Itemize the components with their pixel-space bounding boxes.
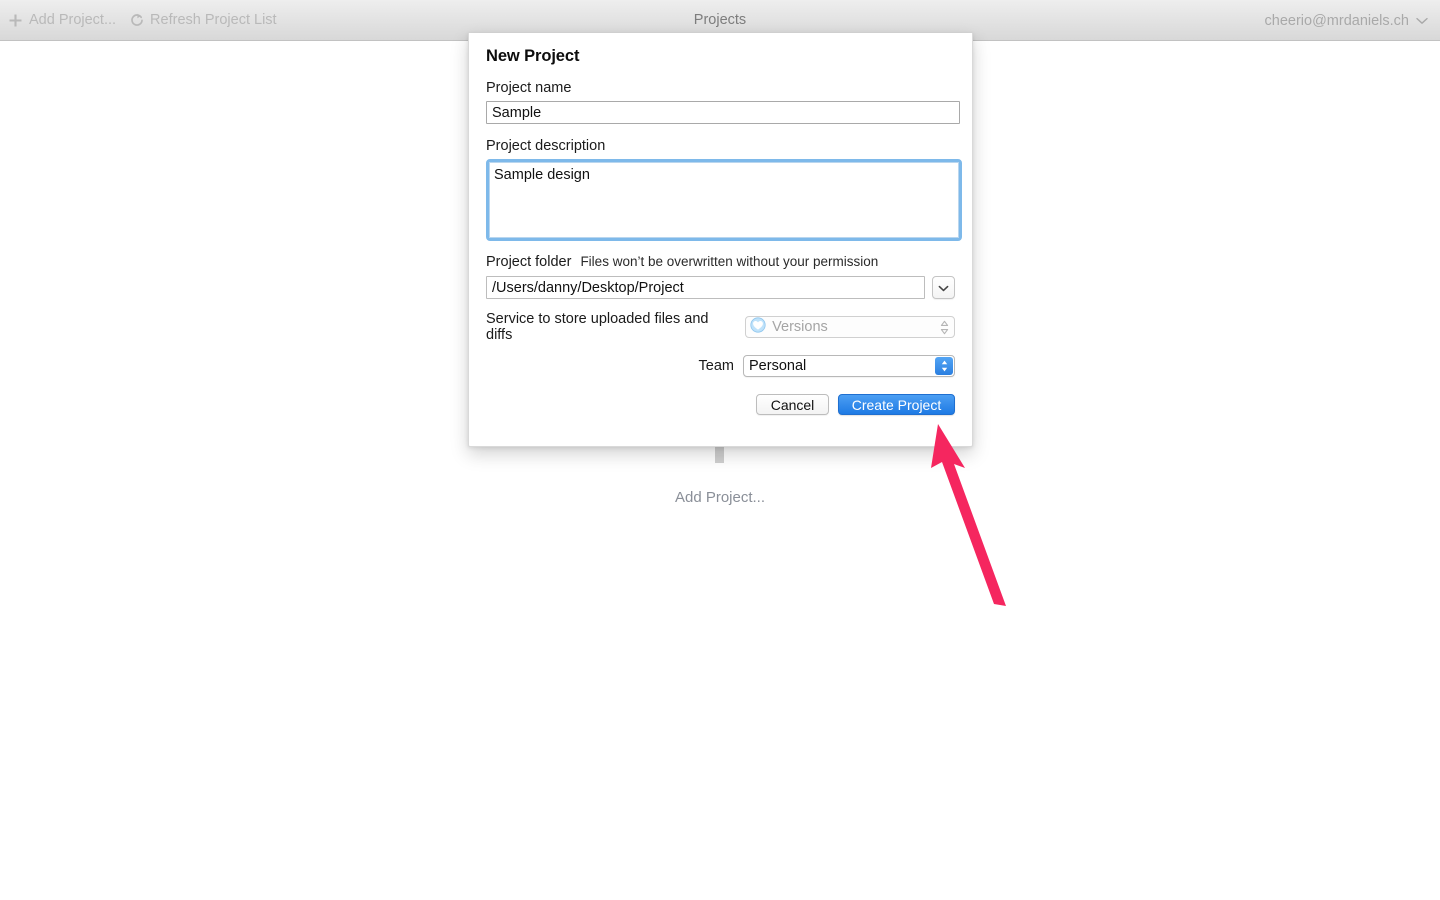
annotation-arrow [931, 424, 1006, 606]
refresh-project-list-label: Refresh Project List [150, 12, 277, 28]
new-project-dialog: New Project Project name Project descrip… [468, 33, 973, 447]
service-selected-value: Versions [772, 319, 828, 335]
project-description-input[interactable] [489, 162, 959, 238]
plus-icon [8, 13, 23, 28]
annotation-arrow-shape [931, 424, 1006, 606]
dialog-button-row: Cancel Create Project [486, 394, 955, 415]
project-description-label: Project description [486, 138, 606, 154]
refresh-project-list-button[interactable]: Refresh Project List [130, 12, 277, 28]
project-folder-row [486, 276, 955, 299]
project-name-label: Project name [486, 80, 572, 96]
versions-icon [750, 316, 766, 338]
project-name-input[interactable] [486, 101, 960, 124]
account-menu[interactable]: cheerio@mrdaniels.ch [1265, 0, 1428, 41]
project-folder-hint: Files won’t be overwritten without your … [580, 254, 879, 269]
chevron-down-icon [938, 279, 949, 297]
cancel-button[interactable]: Cancel [756, 394, 829, 415]
create-project-button[interactable]: Create Project [838, 394, 955, 415]
chevron-down-icon [1416, 17, 1428, 25]
team-selected-value: Personal [749, 358, 807, 374]
project-folder-label: Project folder [486, 254, 572, 270]
service-select[interactable]: Versions [745, 316, 955, 338]
team-row: Team Personal [486, 355, 955, 377]
toolbar-left-actions: Add Project... Refresh Project List [0, 12, 277, 28]
project-folder-input[interactable] [486, 276, 926, 299]
add-project-toolbar-label: Add Project... [29, 12, 117, 28]
account-email-label: cheerio@mrdaniels.ch [1264, 12, 1409, 29]
stepper-up-down-icon [940, 317, 949, 337]
project-folder-label-row: Project folder Files won’t be overwritte… [486, 254, 955, 270]
stepper-up-down-icon[interactable] [935, 357, 953, 375]
team-label: Team [698, 358, 734, 374]
add-project-placeholder[interactable]: Add Project... [0, 489, 1440, 506]
project-folder-browse-button[interactable] [932, 276, 955, 299]
dialog-title: New Project [486, 47, 580, 65]
service-label: Service to store uploaded files and diff… [486, 311, 709, 343]
add-project-toolbar-button[interactable]: Add Project... [8, 12, 116, 28]
project-description-focus-ring [486, 159, 962, 241]
service-row: Service to store uploaded files and diff… [486, 311, 955, 343]
refresh-icon [130, 13, 144, 28]
team-select[interactable]: Personal [743, 355, 955, 377]
